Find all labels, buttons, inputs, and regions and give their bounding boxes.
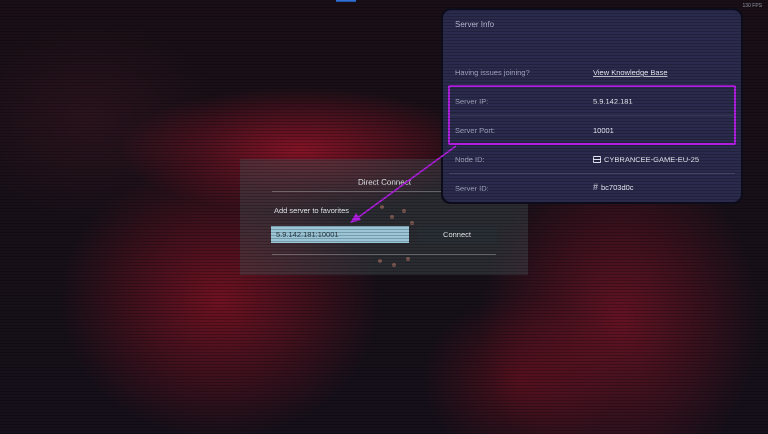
server-address-input[interactable]: 5.9.142.181:10001 (271, 226, 409, 243)
add-to-favorites-toggle[interactable]: Add server to favorites (274, 206, 349, 215)
server-info-title: Server Info (455, 20, 495, 29)
decorative-glow (378, 259, 382, 263)
direct-connect-title: Direct Connect (358, 178, 411, 187)
top-tab-indicator (336, 0, 356, 2)
issues-joining-label: Having issues joining? (455, 68, 530, 77)
row-divider (449, 173, 735, 174)
decorative-glow (390, 215, 394, 219)
decorative-glow (392, 263, 396, 267)
server-id-label: Server ID: (455, 184, 489, 193)
decorative-glow (410, 221, 414, 225)
hash-icon: # (593, 182, 599, 192)
server-id-text: bc703d0c (601, 183, 634, 192)
server-info-panel: Server Info Having issues joining? View … (443, 10, 741, 202)
node-id-label: Node ID: (455, 155, 485, 164)
decorative-glow (406, 257, 410, 261)
server-id-value: # bc703d0c (593, 182, 634, 192)
knowledge-base-link[interactable]: View Knowledge Base (593, 68, 668, 77)
node-id-text: CYBRANCEE-GAME-EU-25 (604, 155, 700, 164)
node-id-value: CYBRANCEE-GAME-EU-25 (593, 155, 699, 164)
fps-counter: 130 FPS (742, 3, 762, 9)
decorative-glow (380, 205, 384, 209)
decorative-glow (402, 209, 406, 213)
ip-port-highlight-box (448, 85, 736, 145)
divider (272, 254, 496, 255)
connect-button[interactable]: Connect (417, 226, 497, 243)
server-icon (593, 156, 601, 163)
